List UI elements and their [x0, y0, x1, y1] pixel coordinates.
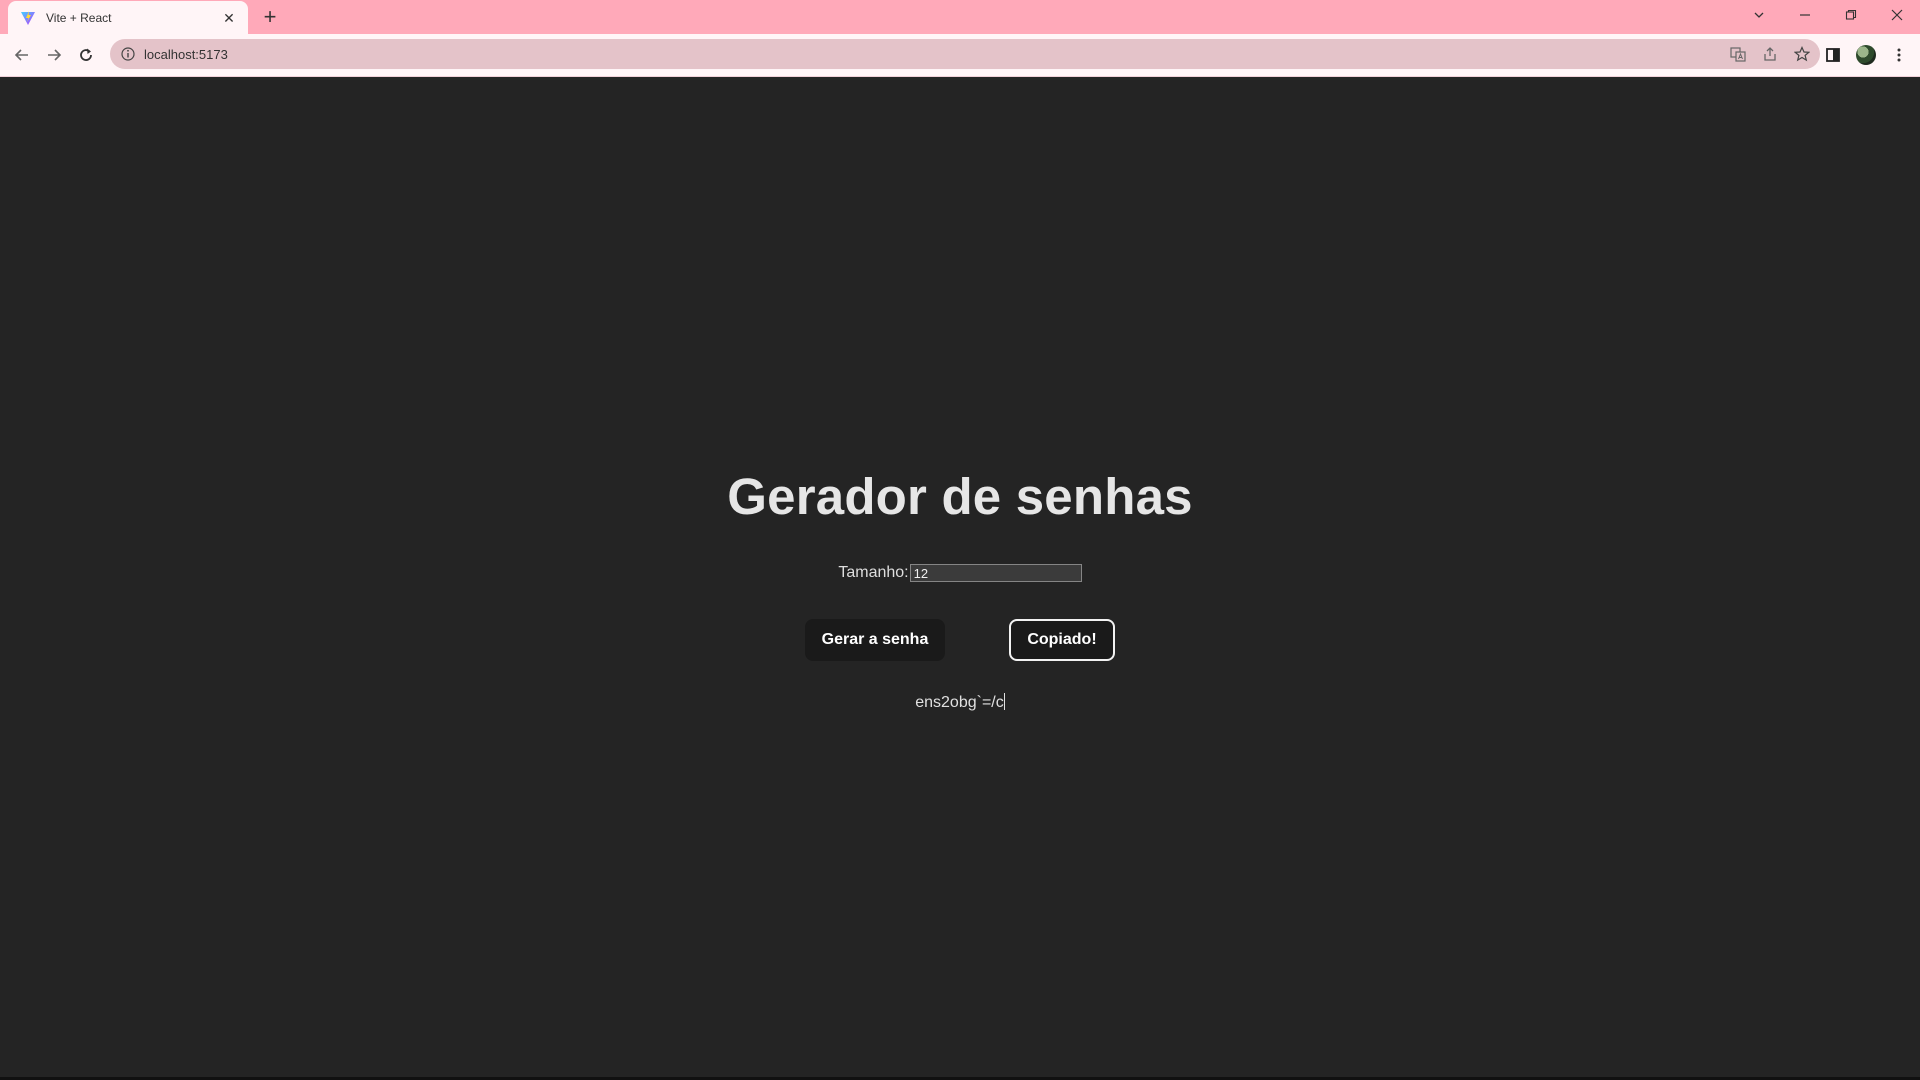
password-text: ens2obg`=/c [915, 694, 1004, 711]
translate-icon[interactable] [1724, 40, 1752, 68]
minimize-icon[interactable] [1782, 0, 1828, 30]
window-controls [1736, 0, 1920, 30]
generated-password[interactable]: ens2obg`=/c [0, 693, 1920, 712]
copy-password-button[interactable]: Copiado! [1009, 619, 1115, 661]
browser-toolbar: localhost:5173 [0, 34, 1920, 77]
back-icon[interactable] [9, 42, 35, 68]
text-cursor [1003, 693, 1005, 710]
tab-close-icon[interactable]: ✕ [220, 9, 238, 27]
restore-icon[interactable] [1828, 0, 1874, 30]
size-input[interactable] [909, 564, 1082, 582]
generate-password-button[interactable]: Gerar a senha [805, 619, 945, 661]
url-text[interactable]: localhost:5173 [144, 47, 1724, 62]
forward-icon[interactable] [41, 42, 67, 68]
bookmark-star-icon[interactable] [1788, 40, 1816, 68]
menu-kebab-icon[interactable] [1886, 42, 1912, 68]
vite-icon [20, 10, 36, 26]
reload-icon[interactable] [73, 42, 99, 68]
tab-strip: Vite + React ✕ + [0, 0, 1920, 34]
address-bar[interactable]: localhost:5173 [110, 39, 1820, 69]
share-icon[interactable] [1756, 40, 1784, 68]
tab-search-icon[interactable] [1736, 0, 1782, 30]
side-panel-icon[interactable] [1820, 42, 1846, 68]
avatar [1856, 45, 1876, 65]
app-root: Gerador de senhas Tamanho: Gerar a senha… [0, 76, 1920, 1077]
tab-title: Vite + React [46, 10, 112, 25]
page-title: Gerador de senhas [727, 468, 1193, 525]
new-tab-button[interactable]: + [258, 6, 282, 30]
profile-avatar[interactable] [1853, 42, 1879, 68]
close-window-icon[interactable] [1874, 0, 1920, 30]
site-info-icon[interactable] [120, 46, 136, 62]
button-row: Gerar a senha Copiado! [0, 619, 1920, 661]
size-row: Tamanho: [0, 564, 1920, 582]
size-label: Tamanho: [838, 564, 909, 581]
tab-vite-react[interactable]: Vite + React ✕ [8, 1, 248, 34]
